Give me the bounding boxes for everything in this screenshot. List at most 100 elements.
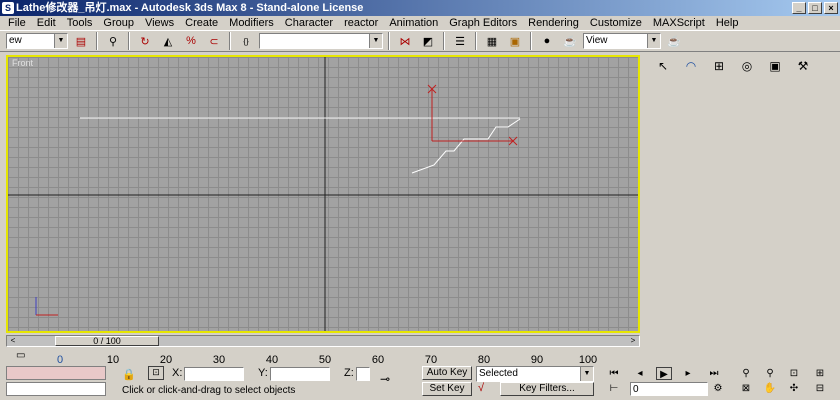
lock-selection-icon[interactable]: 🔒 xyxy=(122,368,136,381)
play-icon[interactable]: ▶ xyxy=(656,367,672,380)
toolbar-separator xyxy=(388,32,390,50)
app-icon: S xyxy=(2,2,14,14)
curve-editor-icon[interactable]: ▦ xyxy=(482,32,502,50)
utilities-tab-icon[interactable]: ⚒ xyxy=(792,57,814,75)
next-frame-icon[interactable]: ▸ xyxy=(680,367,696,380)
close-button[interactable]: × xyxy=(824,2,838,14)
toolbar-separator xyxy=(475,32,477,50)
time-next-icon[interactable]: > xyxy=(627,336,639,346)
window-title: Lathe修改器_吊灯.max - Autodesk 3ds Max 8 - S… xyxy=(16,2,364,14)
time-slider-thumb[interactable]: 0 / 100 xyxy=(55,336,159,346)
menu-reactor[interactable]: reactor xyxy=(344,17,378,29)
reference-coord-dropdown[interactable]: View ▼ xyxy=(583,33,661,49)
time-prev-icon[interactable]: < xyxy=(7,336,19,346)
menu-customize[interactable]: Customize xyxy=(590,17,642,29)
hierarchy-tab-icon[interactable]: ⊞ xyxy=(708,57,730,75)
select-rotate-icon[interactable]: ↻ xyxy=(135,32,155,50)
schematic-view-icon[interactable]: ▣ xyxy=(505,32,525,50)
spinner-snap-icon[interactable]: ⊂ xyxy=(204,32,224,50)
zoom-icon[interactable]: ⚲ xyxy=(738,367,754,380)
pan-icon[interactable]: ✋ xyxy=(762,382,778,395)
display-tab-icon[interactable]: ▣ xyxy=(764,57,786,75)
select-by-name-icon[interactable]: ▤ xyxy=(71,32,91,50)
menu-bar: File Edit Tools Group Views Create Modif… xyxy=(0,16,840,30)
key-mode-dropdown[interactable]: Selected ▼ xyxy=(476,366,594,382)
main-toolbar: ew ▼ ▤ ⚲ ↻ ◭ % ⊂ {} ▼ ⋈ ◩ ☰ ▦ ▣ ● ☕ View… xyxy=(0,30,840,52)
ruler-label: 30 xyxy=(212,354,226,366)
menu-graph-editors[interactable]: Graph Editors xyxy=(449,17,517,29)
minimize-button[interactable]: _ xyxy=(792,2,806,14)
named-selection-dropdown[interactable]: ▼ xyxy=(259,33,383,49)
abc-edit-named-selection-icon[interactable]: {} xyxy=(236,32,256,50)
modify-tab-icon[interactable]: ◠ xyxy=(680,57,702,75)
select-scale-icon[interactable]: ◭ xyxy=(158,32,178,50)
key-filters-button[interactable]: Key Filters... xyxy=(500,382,594,396)
region-zoom-icon[interactable]: ⊠ xyxy=(738,382,754,395)
maxscript-input-field[interactable] xyxy=(6,382,106,396)
motion-tab-icon[interactable]: ◎ xyxy=(736,57,758,75)
previous-frame-icon[interactable]: ◂ xyxy=(632,367,648,380)
default-in-out-tangent-icon[interactable]: √ xyxy=(478,382,484,394)
viewport-scene xyxy=(8,57,638,331)
track-bar-icon[interactable]: ▭ xyxy=(16,350,36,362)
time-slider[interactable]: < 0 / 100 > xyxy=(6,335,640,347)
material-editor-icon[interactable]: ● xyxy=(537,32,557,50)
ruler-label: 100 xyxy=(578,354,598,366)
maximize-viewport-icon[interactable]: ⊟ xyxy=(812,382,828,395)
render-scene-icon[interactable]: ☕ xyxy=(560,32,580,50)
create-tab-icon[interactable]: ↖ xyxy=(652,57,674,75)
layer-manager-icon[interactable]: ☰ xyxy=(450,32,470,50)
menu-views[interactable]: Views xyxy=(145,17,174,29)
menu-modifiers[interactable]: Modifiers xyxy=(229,17,274,29)
menu-file[interactable]: File xyxy=(8,17,26,29)
zoom-all-icon[interactable]: ⚲ xyxy=(762,367,778,380)
ruler-label: 50 xyxy=(318,354,332,366)
ruler-label: 60 xyxy=(371,354,385,366)
maximize-button[interactable]: □ xyxy=(808,2,822,14)
select-link-icon[interactable]: ⚲ xyxy=(103,32,123,50)
quick-render-icon[interactable]: ☕ xyxy=(664,32,684,50)
align-icon[interactable]: ◩ xyxy=(418,32,438,50)
menu-tools[interactable]: Tools xyxy=(67,17,93,29)
title-bar: S Lathe修改器_吊灯.max - Autodesk 3ds Max 8 -… xyxy=(0,0,840,16)
mirror-icon[interactable]: ⋈ xyxy=(395,32,415,50)
ruler-label: 90 xyxy=(530,354,544,366)
menu-group[interactable]: Group xyxy=(103,17,134,29)
frame-ruler[interactable]: 0 10 20 30 40 50 60 70 80 90 100 xyxy=(56,349,640,366)
chevron-down-icon: ▼ xyxy=(54,34,67,48)
go-to-end-icon[interactable]: ⏭ xyxy=(706,367,722,380)
menu-help[interactable]: Help xyxy=(716,17,739,29)
chevron-down-icon: ▼ xyxy=(369,34,382,48)
percent-snap-icon[interactable]: % xyxy=(181,32,201,50)
menu-edit[interactable]: Edit xyxy=(37,17,56,29)
x-coord-field[interactable] xyxy=(184,367,244,381)
z-coord-field[interactable] xyxy=(356,367,370,381)
zoom-extents-all-icon[interactable]: ⊞ xyxy=(812,367,828,380)
maxscript-listener-mini[interactable] xyxy=(6,366,106,380)
go-to-start-icon[interactable]: ⏮ xyxy=(606,367,622,380)
menu-maxscript[interactable]: MAXScript xyxy=(653,17,705,29)
arc-rotate-icon[interactable]: ✣ xyxy=(786,382,802,395)
menu-create[interactable]: Create xyxy=(185,17,218,29)
current-frame-field[interactable]: 0 xyxy=(630,382,708,396)
ruler-label: 40 xyxy=(265,354,279,366)
ruler-label: 20 xyxy=(159,354,173,366)
auto-key-button[interactable]: Auto Key xyxy=(422,366,472,380)
absolute-mode-icon[interactable]: ⊡ xyxy=(148,366,164,380)
toolbar-separator xyxy=(530,32,532,50)
viewport-front[interactable]: Front xyxy=(6,55,640,333)
lathe-profile-spline[interactable] xyxy=(411,118,521,174)
key-mode-toggle-icon[interactable]: ⊢ xyxy=(606,382,622,395)
time-configuration-icon[interactable]: ⚙ xyxy=(710,382,726,395)
zoom-extents-icon[interactable]: ⊡ xyxy=(786,367,802,380)
chevron-down-icon: ▼ xyxy=(647,34,660,48)
toolbar-separator xyxy=(229,32,231,50)
set-key-button[interactable]: Set Key xyxy=(422,382,472,396)
selection-filter-dropdown[interactable]: ew ▼ xyxy=(6,33,68,49)
ruler-label: 10 xyxy=(106,354,120,366)
menu-character[interactable]: Character xyxy=(285,17,333,29)
z-label: Z: xyxy=(344,367,354,379)
menu-animation[interactable]: Animation xyxy=(389,17,438,29)
menu-rendering[interactable]: Rendering xyxy=(528,17,579,29)
y-coord-field[interactable] xyxy=(270,367,330,381)
